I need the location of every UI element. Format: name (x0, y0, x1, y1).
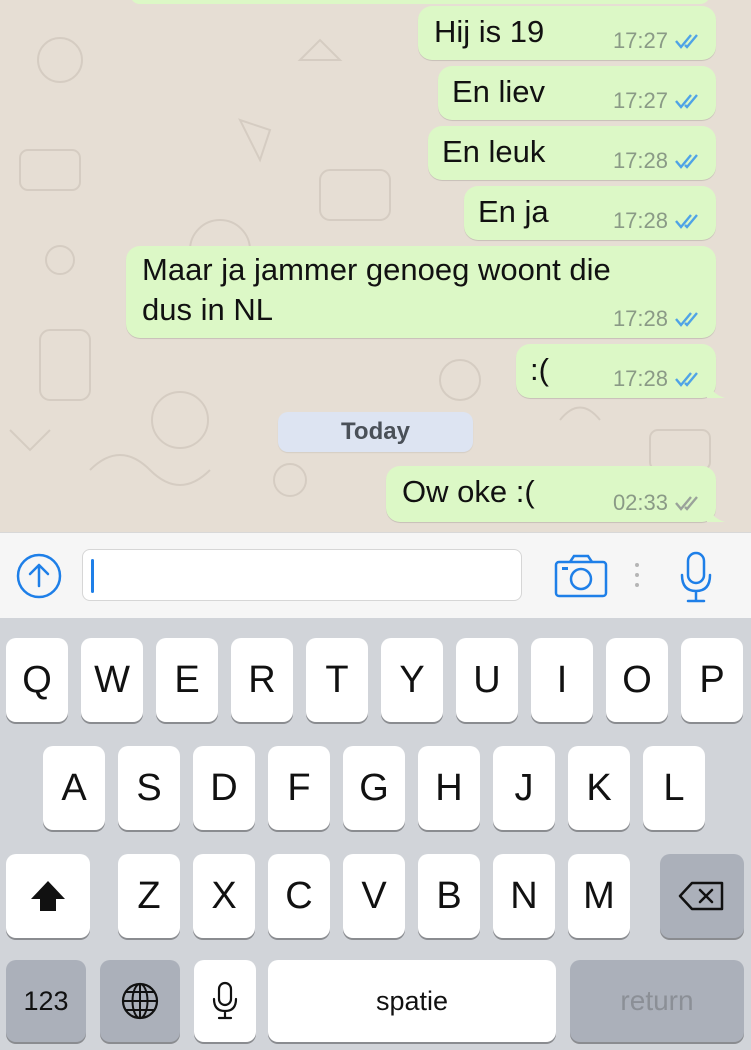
shift-arrow-icon (31, 881, 65, 911)
message-text: Maar ja jammer genoeg woont die dus in N… (142, 252, 611, 327)
key-u[interactable]: U (456, 638, 518, 722)
message-text: :( (530, 352, 549, 387)
message-meta: 17:28 (613, 208, 704, 234)
message-meta: 17:27 (613, 88, 704, 114)
key-v[interactable]: V (343, 854, 405, 938)
message-input-bar (0, 532, 751, 619)
key-h[interactable]: H (418, 746, 480, 830)
key-z[interactable]: Z (118, 854, 180, 938)
message-text: En ja (478, 194, 549, 229)
key-i[interactable]: I (531, 638, 593, 722)
message-bubble[interactable]: Maar ja jammer genoeg woont die dus in N… (126, 246, 716, 338)
message-time: 02:33 (612, 490, 668, 515)
numbers-key[interactable]: 123 (6, 960, 86, 1042)
message-time: 17:28 (612, 208, 668, 233)
key-r[interactable]: R (231, 638, 293, 722)
message-bubble[interactable]: En ja 17:28 (464, 186, 716, 240)
message-text: En leuk (442, 134, 546, 169)
read-ticks-icon (674, 32, 704, 50)
chat-area[interactable]: Hij is 19 17:27 En liev 17:27 En leuk 17… (0, 0, 751, 532)
key-w[interactable]: W (81, 638, 143, 722)
message-text: Hij is 19 (434, 14, 545, 49)
backspace-icon (678, 881, 724, 911)
message-meta: 17:28 (613, 148, 704, 174)
read-ticks-icon (674, 310, 704, 328)
message-bubble[interactable]: :( 17:28 (516, 344, 725, 398)
message-meta: 17:27 (613, 28, 704, 54)
space-key[interactable]: spatie (268, 960, 556, 1042)
text-cursor (91, 559, 94, 593)
key-d[interactable]: D (193, 746, 255, 830)
message-time: 17:27 (612, 28, 668, 53)
key-c[interactable]: C (268, 854, 330, 938)
key-f[interactable]: F (268, 746, 330, 830)
read-ticks-icon (674, 370, 704, 388)
return-key[interactable]: return (570, 960, 744, 1042)
message-time: 17:28 (612, 306, 668, 331)
key-y[interactable]: Y (381, 638, 443, 722)
arrow-up-circle-icon[interactable] (16, 553, 62, 599)
bubble-tail (707, 380, 725, 398)
key-q[interactable]: Q (6, 638, 68, 722)
key-k[interactable]: K (568, 746, 630, 830)
message-text: En liev (452, 74, 546, 109)
key-b[interactable]: B (418, 854, 480, 938)
on-screen-keyboard: Q W E R T Y U I O P A S D F G H J K L Z … (0, 618, 751, 1050)
key-o[interactable]: O (606, 638, 668, 722)
day-separator: Today (278, 412, 473, 452)
message-bubble[interactable]: En leuk 17:28 (428, 126, 716, 180)
message-bubble[interactable]: Ow oke :( 02:33 (386, 466, 725, 522)
message-time: 17:28 (612, 148, 668, 173)
message-meta: 17:28 (613, 366, 704, 392)
shift-key[interactable] (6, 854, 90, 938)
delivered-ticks-icon (674, 494, 704, 512)
globe-icon (121, 982, 159, 1020)
read-ticks-icon (674, 92, 704, 110)
key-a[interactable]: A (43, 746, 105, 830)
backspace-key[interactable] (660, 854, 744, 938)
key-n[interactable]: N (493, 854, 555, 938)
key-m[interactable]: M (568, 854, 630, 938)
read-ticks-icon (674, 152, 704, 170)
read-ticks-icon (674, 212, 704, 230)
key-l[interactable]: L (643, 746, 705, 830)
more-dots-icon (635, 563, 639, 587)
key-s[interactable]: S (118, 746, 180, 830)
key-p[interactable]: P (681, 638, 743, 722)
microphone-icon[interactable] (678, 551, 714, 603)
bubble-tail (707, 504, 725, 522)
message-text-field[interactable] (82, 549, 522, 601)
message-bubble[interactable]: En liev 17:27 (438, 66, 716, 120)
message-meta: 02:33 (613, 490, 704, 516)
message-text: Ow oke :( (402, 474, 535, 509)
key-g[interactable]: G (343, 746, 405, 830)
globe-key[interactable] (100, 960, 180, 1042)
camera-icon[interactable] (554, 553, 608, 599)
message-meta: 17:28 (613, 306, 704, 332)
key-j[interactable]: J (493, 746, 555, 830)
key-x[interactable]: X (193, 854, 255, 938)
message-time: 17:27 (612, 88, 668, 113)
previous-message-bubble-edge (130, 0, 710, 4)
message-bubble[interactable]: Hij is 19 17:27 (418, 6, 716, 60)
microphone-icon (212, 981, 238, 1020)
dictation-key[interactable] (194, 960, 256, 1042)
key-t[interactable]: T (306, 638, 368, 722)
key-e[interactable]: E (156, 638, 218, 722)
message-time: 17:28 (612, 366, 668, 391)
